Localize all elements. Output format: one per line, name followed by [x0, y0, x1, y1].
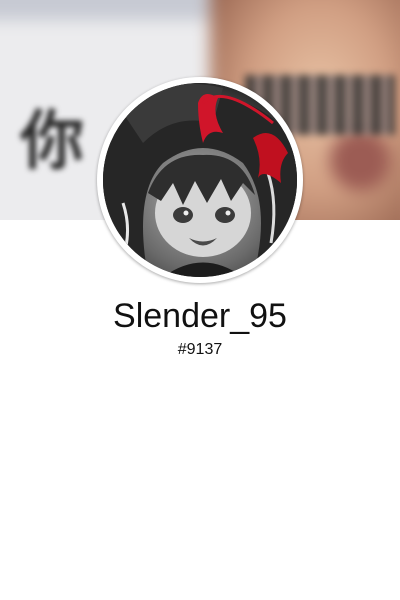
anime-girl-avatar-icon [103, 83, 297, 277]
profile-card: 你 Slender_95 #9137 [0, 0, 400, 600]
avatar[interactable] [103, 83, 297, 277]
banner-caption-text: 你 [20, 105, 90, 179]
user-discriminator: #9137 [177, 341, 223, 358]
username: Slender_95 [113, 297, 287, 335]
